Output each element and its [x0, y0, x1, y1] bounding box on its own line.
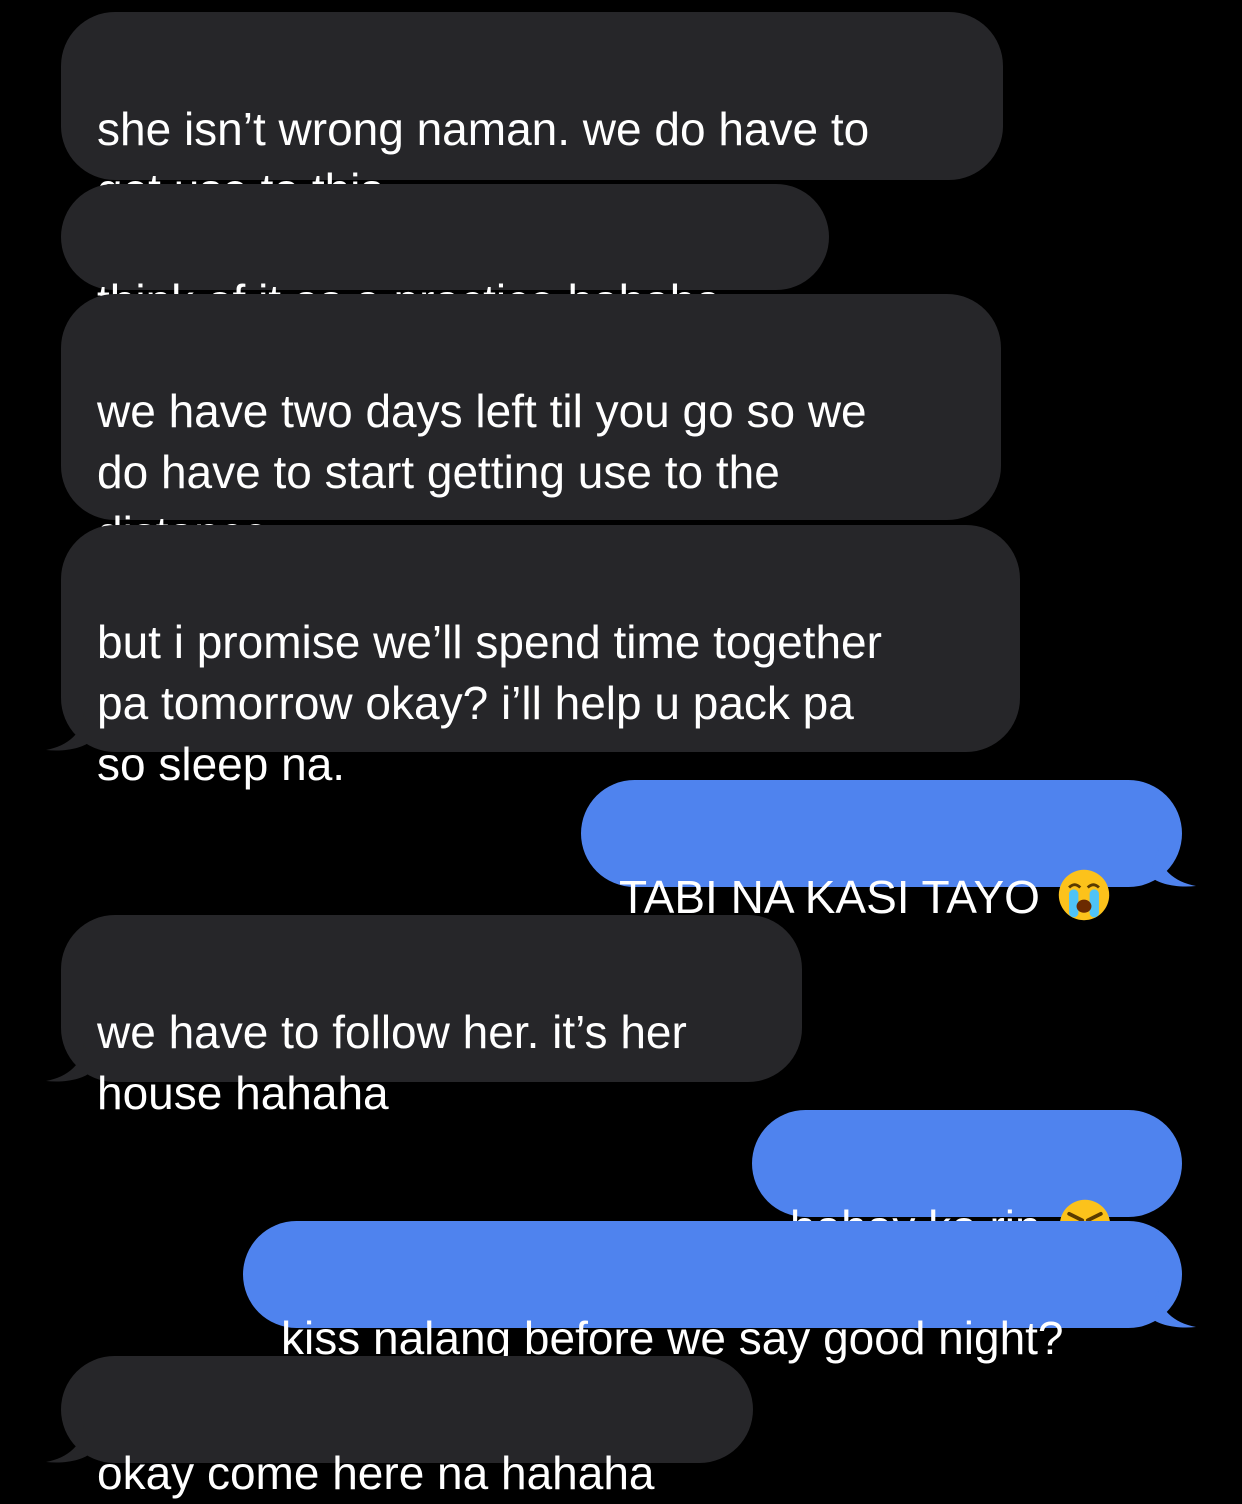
sent-bubble-tail [1150, 848, 1196, 887]
received-message-bubble[interactable]: think of it as a practice hahaha [61, 184, 829, 327]
received-message-bubble[interactable]: okay come here na hahaha [61, 1356, 753, 1499]
loudly-crying-face-icon [1058, 869, 1110, 921]
sent-message-bubble[interactable]: kiss nalang before we say good night? [243, 1221, 1182, 1364]
message-text: but i promise we’ll spend time together … [97, 616, 882, 790]
received-message-bubble[interactable]: she isn’t wrong naman. we do have to get… [61, 12, 1003, 216]
sent-message-bubble[interactable]: TABI NA KASI TAYO [581, 780, 1182, 923]
message-text: we have to follow her. it’s her house ha… [97, 1006, 687, 1119]
received-message-bubble[interactable]: but i promise we’ll spend time together … [61, 525, 1020, 790]
received-message-bubble[interactable]: we have two days left til you go so we d… [61, 294, 1001, 559]
received-message-bubble[interactable]: we have to follow her. it’s her house ha… [61, 915, 802, 1119]
received-bubble-tail [46, 1043, 92, 1082]
message-text: okay come here na hahaha [97, 1447, 655, 1499]
sent-bubble-tail [1150, 1289, 1196, 1328]
sent-message-bubble[interactable]: bahay ko rin [752, 1110, 1182, 1253]
received-bubble-tail [46, 1424, 92, 1463]
received-bubble-tail [46, 712, 92, 751]
